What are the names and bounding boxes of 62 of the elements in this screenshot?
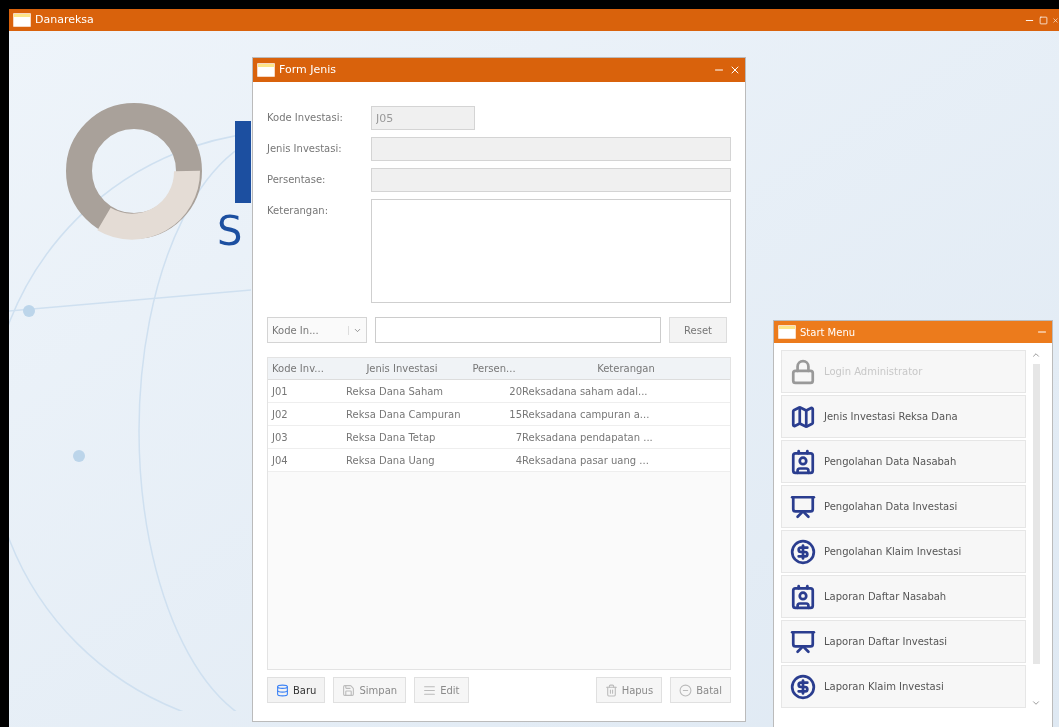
menu-item[interactable]: Jenis Investasi Reksa Dana (781, 395, 1026, 438)
window-title: Danareksa (35, 11, 94, 28)
close-icon[interactable] (1052, 16, 1059, 24)
table-cell-text: Reksa Dana Uang (345, 453, 436, 468)
id-card-icon (790, 583, 816, 610)
id-card-icon (790, 448, 816, 475)
table-cell-text: 7 (514, 430, 522, 445)
scroll-down-icon[interactable] (1031, 698, 1041, 708)
column-header[interactable]: Jenis Investasi (338, 361, 466, 376)
search-field[interactable] (375, 317, 661, 343)
new-button[interactable]: Baru (267, 677, 326, 703)
table-cell-text: Reksa Dana Tetap (345, 430, 437, 445)
table-cell-text: J04 (270, 453, 289, 468)
window-icon (257, 63, 275, 77)
close-icon[interactable] (729, 64, 741, 76)
maximize-icon[interactable] (1039, 15, 1048, 25)
column-header[interactable]: Keterangan (522, 361, 730, 376)
table-cell-text: 20 (508, 384, 522, 399)
logo-letter: S (217, 211, 243, 251)
chart-board-icon (790, 628, 816, 655)
field-label: Jenis Investasi: (267, 142, 343, 156)
table-cell-text: J02 (270, 407, 289, 422)
minus-circle-icon (679, 683, 693, 697)
table-cell-text: J01 (270, 384, 289, 399)
window-icon (13, 13, 31, 27)
table-cell-text: 4 (514, 453, 522, 468)
padlock-icon (790, 358, 816, 385)
column-header[interactable]: Persen... (466, 361, 522, 376)
scrollbar[interactable] (1030, 350, 1042, 708)
chart-board-icon (790, 493, 816, 520)
form-title: Form Jenis (279, 61, 336, 78)
trash-icon (604, 683, 618, 697)
menu-item[interactable]: Laporan Klaim Investasi (781, 665, 1026, 708)
table-cell-text: Reksadana campuran a... (522, 407, 651, 422)
table-cell-text: Reksadana pendapatan ... (522, 430, 654, 445)
field-label: Keterangan: (267, 204, 330, 218)
table-cell-text: Reksadana saham adal... (522, 384, 649, 399)
map-icon (790, 403, 816, 430)
table-cell-text: 15 (508, 407, 522, 422)
menu-item[interactable]: Pengolahan Data Investasi (781, 485, 1026, 528)
scroll-up-icon[interactable] (1031, 350, 1041, 360)
menu-item[interactable]: Pengolahan Data Nasabah (781, 440, 1026, 483)
reset-button[interactable]: Reset (669, 317, 727, 343)
table-cell-text: Reksa Dana Campuran (345, 407, 462, 422)
table-cell-text: J03 (270, 430, 289, 445)
table-cell-text: Reksadana pasar uang ... (522, 453, 650, 468)
menu-item[interactable]: Pengolahan Klaim Investasi (781, 530, 1026, 573)
start-menu-title: Start Menu (800, 325, 856, 340)
field-label: Persentase: (267, 173, 327, 187)
filter-dropdown[interactable]: Kode In... (267, 317, 367, 343)
dollar-icon (790, 673, 816, 700)
save-icon (342, 683, 356, 697)
list-icon (423, 683, 437, 697)
database-icon (276, 683, 289, 697)
field-label: Kode Investasi: (267, 111, 344, 125)
window-icon (778, 325, 796, 339)
description-field[interactable] (371, 199, 731, 303)
column-header[interactable]: Kode Inv... (268, 361, 338, 376)
menu-item[interactable]: Laporan Daftar Investasi (781, 620, 1026, 663)
dollar-icon (790, 538, 816, 565)
menu-item[interactable]: Laporan Daftar Nasabah (781, 575, 1026, 618)
table-cell-text: Reksa Dana Saham (345, 384, 445, 399)
